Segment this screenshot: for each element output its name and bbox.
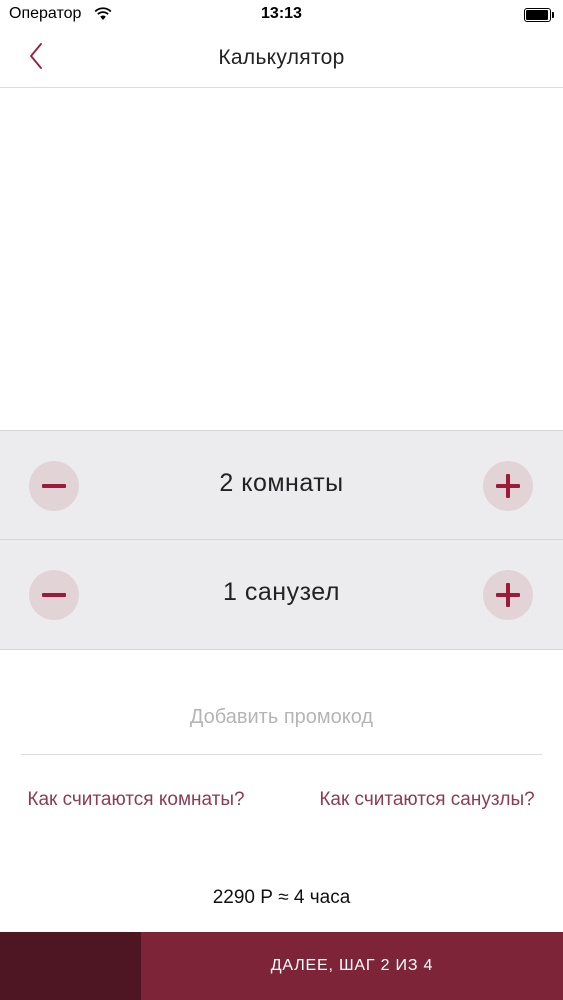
status-bar: Оператор 13:13 xyxy=(0,0,563,30)
bathrooms-help-link[interactable]: Как считаются санузлы? xyxy=(317,787,537,812)
rooms-count-label: 2 комнаты xyxy=(219,469,344,497)
battery-icon xyxy=(524,8,554,22)
divider xyxy=(21,754,542,755)
rooms-stepper: 2 комнаты xyxy=(0,431,563,540)
clock: 13:13 xyxy=(261,5,302,22)
next-step-button[interactable]: ДАЛЕЕ, ШАГ 2 ИЗ 4 xyxy=(141,932,563,1000)
bathrooms-count-label: 1 санузел xyxy=(223,578,340,606)
bathrooms-increment-button[interactable] xyxy=(483,570,533,620)
footer-progress-segment xyxy=(0,932,141,1000)
rooms-increment-button[interactable] xyxy=(483,461,533,511)
rooms-help-link[interactable]: Как считаются комнаты? xyxy=(26,787,246,812)
add-promo-code-button[interactable]: Добавить промокод xyxy=(0,706,563,729)
page-title: Калькулятор xyxy=(218,46,345,69)
price-estimate: 2290 Р ≈ 4 часа xyxy=(212,887,351,908)
footer-bar: ДАЛЕЕ, ШАГ 2 ИЗ 4 xyxy=(0,932,563,1000)
bathrooms-stepper: 1 санузел xyxy=(0,540,563,648)
navigation-bar: Калькулятор xyxy=(0,30,563,88)
next-step-label: ДАЛЕЕ, ШАГ 2 ИЗ 4 xyxy=(270,957,434,974)
calculator-steppers: 2 комнаты 1 санузел xyxy=(0,430,563,650)
